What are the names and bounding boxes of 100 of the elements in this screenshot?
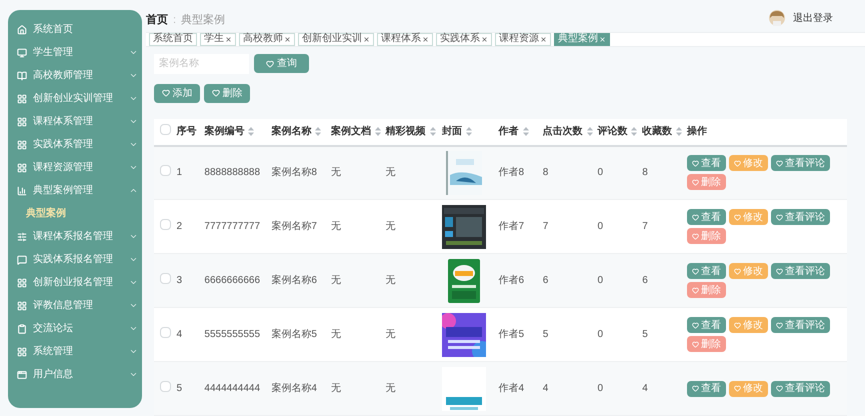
tag[interactable]: 系统首页 bbox=[149, 32, 197, 46]
search-field[interactable]: 案例名称 bbox=[154, 54, 249, 74]
view-button[interactable]: 查看 bbox=[687, 209, 726, 225]
view-button[interactable]: 查看评论 bbox=[771, 155, 830, 172]
sort-icon[interactable] bbox=[466, 127, 472, 136]
breadcrumb-home[interactable]: 首页 bbox=[146, 12, 168, 28]
table-cell: 0 bbox=[597, 221, 604, 232]
checkbox[interactable] bbox=[160, 326, 171, 338]
breadcrumb-current: 典型案例 bbox=[181, 12, 226, 28]
close-icon[interactable] bbox=[284, 36, 291, 42]
table-cell: 8 bbox=[642, 167, 648, 178]
sidebar-item[interactable]: 系统管理 bbox=[8, 340, 142, 363]
table-cell: 无 bbox=[330, 221, 341, 232]
close-icon[interactable] bbox=[422, 36, 429, 42]
table-cell: 无 bbox=[330, 383, 341, 394]
tag[interactable]: 创新创业实训 bbox=[298, 32, 374, 46]
edit-button[interactable]: 修改 bbox=[729, 209, 768, 225]
sort-icon[interactable] bbox=[586, 127, 593, 136]
heart-icon bbox=[266, 60, 274, 68]
heart-icon bbox=[212, 89, 220, 97]
sidebar-item[interactable]: 用户信息 bbox=[8, 363, 142, 386]
sidebar-item[interactable]: 课程体系管理 bbox=[8, 110, 142, 133]
heart-icon bbox=[692, 286, 699, 294]
delete-button[interactable]: 删除 bbox=[687, 228, 726, 244]
sidebar-item[interactable]: 实践体系报名管理 bbox=[8, 248, 142, 271]
heart-icon bbox=[692, 268, 699, 274]
add-button[interactable]: 添加 bbox=[154, 84, 200, 102]
table-cell: 无 bbox=[386, 221, 396, 232]
menu-icon bbox=[17, 346, 27, 356]
avatar bbox=[769, 10, 785, 26]
table-cell: 作者6 bbox=[498, 275, 524, 286]
view-button[interactable]: 查看评论 bbox=[771, 209, 830, 225]
table-cell: 8 bbox=[542, 167, 548, 178]
table-cell: 无 bbox=[330, 167, 341, 178]
tag[interactable]: 高校教师 bbox=[239, 32, 295, 46]
heart-icon bbox=[734, 385, 741, 392]
sort-icon[interactable] bbox=[374, 127, 381, 136]
search-button[interactable]: 查询 bbox=[254, 54, 309, 73]
view-button[interactable]: 查看 bbox=[687, 263, 726, 279]
delete-button[interactable]: 删除 bbox=[687, 282, 726, 298]
sidebar-item[interactable]: 课程资源管理 bbox=[8, 156, 142, 179]
sidebar-item[interactable]: 评教信息管理 bbox=[8, 294, 142, 317]
heart-icon bbox=[692, 160, 699, 167]
view-button[interactable]: 查看评论 bbox=[771, 317, 830, 333]
tag[interactable]: 课程资源 bbox=[495, 32, 551, 46]
edit-button[interactable]: 修改 bbox=[729, 155, 768, 172]
tag[interactable]: 课程体系 bbox=[377, 32, 433, 46]
checkbox[interactable] bbox=[160, 218, 171, 230]
table-cell: 5 bbox=[642, 329, 648, 340]
chevron-down-icon bbox=[129, 301, 138, 310]
sort-icon[interactable] bbox=[676, 127, 682, 136]
checkbox[interactable] bbox=[160, 380, 171, 392]
table-cell: 作者4 bbox=[498, 383, 524, 394]
checkbox[interactable] bbox=[160, 272, 171, 284]
sort-icon[interactable] bbox=[430, 127, 436, 136]
edit-button[interactable]: 修改 bbox=[729, 317, 768, 333]
delete-button[interactable]: 删除 bbox=[204, 84, 250, 102]
close-icon[interactable] bbox=[481, 36, 488, 42]
menu-icon bbox=[17, 278, 27, 288]
view-button[interactable]: 查看 bbox=[687, 317, 726, 333]
view-button[interactable]: 查看评论 bbox=[771, 380, 830, 396]
sidebar-item[interactable]: 实践体系管理 bbox=[8, 133, 142, 156]
view-button[interactable]: 查看评论 bbox=[771, 263, 830, 279]
column-label: 案例名称 bbox=[271, 124, 312, 139]
sidebar-item[interactable]: 创新创业报名管理 bbox=[8, 271, 142, 294]
tag[interactable]: 实践体系 bbox=[436, 32, 492, 46]
close-icon[interactable] bbox=[225, 36, 232, 42]
table-cell: 4 bbox=[642, 383, 648, 394]
heart-icon bbox=[692, 232, 699, 240]
logout-link[interactable]: 退出登录 bbox=[793, 10, 833, 26]
close-icon[interactable] bbox=[540, 36, 547, 42]
sort-icon[interactable] bbox=[248, 127, 254, 136]
sidebar-item[interactable]: 创新创业实训管理 bbox=[8, 87, 142, 110]
column-label: 案例文档 bbox=[330, 124, 371, 139]
view-button[interactable]: 查看 bbox=[687, 380, 726, 396]
checkbox[interactable] bbox=[160, 164, 171, 176]
sort-icon[interactable] bbox=[522, 127, 529, 136]
sidebar-item[interactable]: 高校教师管理 bbox=[8, 64, 142, 87]
delete-button[interactable]: 删除 bbox=[687, 174, 726, 190]
menu-icon bbox=[17, 254, 27, 264]
chevron-down-icon bbox=[129, 255, 138, 264]
sort-icon[interactable] bbox=[631, 127, 638, 136]
tag[interactable]: 学生 bbox=[200, 32, 236, 46]
sort-icon[interactable] bbox=[315, 127, 322, 136]
heart-icon bbox=[692, 178, 699, 186]
edit-button[interactable]: 修改 bbox=[729, 380, 768, 396]
sidebar-item[interactable]: 交流论坛 bbox=[8, 317, 142, 340]
view-button[interactable]: 查看 bbox=[687, 155, 726, 172]
sidebar-item[interactable]: 课程体系报名管理 bbox=[8, 225, 142, 248]
delete-button[interactable]: 删除 bbox=[687, 336, 726, 352]
checkbox[interactable] bbox=[160, 124, 171, 134]
submenu-item[interactable]: 典型案例 bbox=[8, 202, 142, 225]
table-cell: 案例名称7 bbox=[271, 221, 317, 232]
close-icon[interactable] bbox=[363, 36, 370, 42]
sidebar-item[interactable]: 学生管理 bbox=[8, 41, 142, 64]
chevron-down-icon bbox=[129, 140, 138, 149]
edit-button[interactable]: 修改 bbox=[729, 263, 768, 279]
tag[interactable]: 典型案例 bbox=[554, 32, 610, 46]
sidebar-item[interactable]: 典型案例管理 bbox=[8, 179, 142, 202]
sidebar-item[interactable]: 系统首页 bbox=[8, 18, 142, 41]
